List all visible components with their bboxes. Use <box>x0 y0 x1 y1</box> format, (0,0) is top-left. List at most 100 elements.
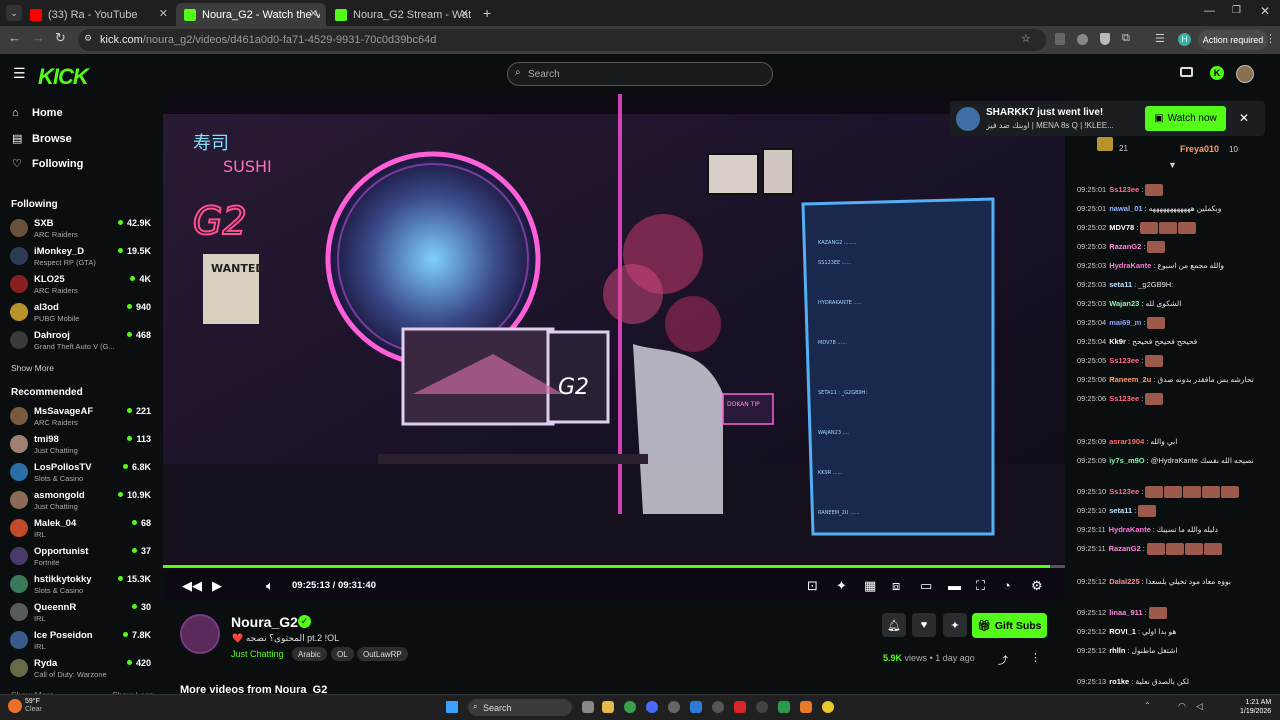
search-input[interactable]: Search <box>507 62 773 86</box>
forward-icon[interactable]: → <box>32 30 45 45</box>
extensions-puzzle-icon[interactable]: ⧉ <box>1122 32 1130 45</box>
sidebar-channel[interactable]: SXB ARC Raiders 42.9K <box>10 215 156 241</box>
back-icon[interactable]: ← <box>8 30 21 45</box>
share-icon[interactable]: ⤴ <box>998 652 1008 667</box>
site-info-icon[interactable]: ⚙ <box>84 33 92 44</box>
chat-username[interactable]: Dalal225 <box>1109 577 1139 586</box>
chat-username[interactable]: Ss123ee <box>1109 185 1139 194</box>
hamburger-menu-icon[interactable]: ☰ <box>13 65 26 82</box>
chat-username[interactable]: nawal_01 <box>1109 204 1142 213</box>
extension-icon-1[interactable] <box>1055 33 1065 45</box>
chat-username[interactable]: Ss123ee <box>1109 487 1139 496</box>
volume-icon[interactable]: 🔈︎ <box>266 578 274 594</box>
tab-close-icon[interactable]: ✕ <box>309 7 318 20</box>
browser-tab[interactable]: Noura_G2 Stream - Watch Live✕ <box>327 3 477 26</box>
app-icon-4[interactable] <box>712 701 724 713</box>
app-icon-8[interactable] <box>800 701 812 713</box>
kick-logo[interactable]: KICK <box>38 64 89 90</box>
notification-bell-button[interactable]: 🔔︎ <box>882 613 906 637</box>
sidebar-channel[interactable]: Ice Poseidon IRL 7.8K <box>10 627 156 653</box>
sidebar-channel[interactable]: MsSavageAF ARC Raiders 221 <box>10 403 156 429</box>
video-tag[interactable]: OL <box>331 647 354 661</box>
browser-menu-icon[interactable]: ⋮ <box>1265 32 1276 45</box>
url-field[interactable]: kick.com/noura_g2/videos/d461a0d0-fa71-4… <box>78 29 1046 51</box>
chat-username[interactable]: seta11 <box>1109 506 1132 515</box>
progress-bar[interactable] <box>163 565 1065 568</box>
category-link[interactable]: Just Chatting <box>231 649 284 659</box>
more-options-icon[interactable]: ⋮ <box>1030 651 1041 664</box>
weather-widget[interactable]: 59°F Clear <box>25 698 42 714</box>
clip-crop-icon[interactable]: ⊡ <box>807 578 818 594</box>
drops-icon[interactable] <box>1180 67 1193 77</box>
chat-username[interactable]: linaa_911 <box>1109 608 1142 617</box>
extension-icon-2[interactable] <box>1077 34 1088 45</box>
sidebar-channel[interactable]: iMonkey_D Respect RP (GTA) 19.5K <box>10 243 156 269</box>
task-view-icon[interactable] <box>582 701 594 713</box>
sidebar-channel[interactable]: al3od PUBG Mobile 940 <box>10 299 156 325</box>
start-windows-icon[interactable] <box>446 701 458 713</box>
tab-close-icon[interactable]: ✕ <box>460 7 469 20</box>
chat-username[interactable]: Kk9r <box>1109 337 1126 346</box>
gift-subs-button[interactable]: 🎁︎ Gift Subs <box>972 613 1047 638</box>
channel-avatar[interactable] <box>180 614 220 654</box>
chat-username[interactable]: HydraKante <box>1109 525 1151 534</box>
chat-username[interactable]: rhlln <box>1109 646 1125 655</box>
reload-icon[interactable]: ↻ <box>55 30 66 46</box>
app-icon-9[interactable] <box>822 701 834 713</box>
user-avatar[interactable] <box>1236 65 1254 83</box>
app-icon-6[interactable] <box>756 701 768 713</box>
minimize-icon[interactable]: — <box>1204 5 1215 17</box>
settings-gear-icon[interactable]: ⚙ <box>1031 578 1043 594</box>
video-tag[interactable]: OutLawRP <box>357 647 408 661</box>
speed-icon[interactable]: ◔ <box>1003 578 1011 593</box>
cast-icon[interactable]: ▭ <box>920 578 932 594</box>
rewind-icon[interactable]: ◀◀ <box>182 578 202 594</box>
close-notification-icon[interactable]: ✕ <box>1239 111 1249 125</box>
play-icon[interactable]: ▶ <box>212 578 222 594</box>
video-player[interactable]: 寿司 SUSHI G2 WANTED G2 KAZANG2 ........ S… <box>163 94 1065 600</box>
sidebar-channel[interactable]: Dahrooj Grand Theft Auto V (G... 468 <box>10 327 156 353</box>
chat-username[interactable]: Raneem_2u <box>1109 375 1151 384</box>
stats-icon[interactable]: ▦ <box>864 578 876 594</box>
pip-icon[interactable]: ⧈ <box>892 578 900 594</box>
tab-list-icon[interactable]: ⌄ <box>6 5 22 21</box>
file-explorer-icon[interactable] <box>602 701 614 713</box>
tab-close-icon[interactable]: ✕ <box>159 7 168 20</box>
channel-name[interactable]: Noura_G2 <box>231 614 298 630</box>
sidebar-channel[interactable]: Opportunist Fortnite 37 <box>10 543 156 569</box>
app-icon-2[interactable] <box>668 701 680 713</box>
shield-icon[interactable] <box>1100 33 1110 45</box>
browser-tab[interactable]: Noura_G2 - Watch the VOD on✕ <box>176 3 326 26</box>
chat-username[interactable]: MDV78 <box>1109 223 1134 232</box>
tray-chevron-icon[interactable]: ⌃ <box>1144 701 1151 710</box>
chat-username[interactable]: mai69_m <box>1109 318 1141 327</box>
wifi-icon[interactable]: ◠ <box>1178 701 1186 712</box>
chat-username[interactable]: seta11 <box>1109 280 1132 289</box>
speaker-icon[interactable]: ◁ <box>1196 701 1203 712</box>
app-icon-1[interactable] <box>646 701 658 713</box>
media-control-icon[interactable]: ☰ <box>1155 32 1165 45</box>
close-window-icon[interactable]: ✕ <box>1260 4 1270 18</box>
highlight-button[interactable]: ✦ <box>943 613 967 637</box>
sidebar-channel[interactable]: Ryda Call of Duty: Warzone 420 <box>10 655 156 681</box>
chat-username[interactable]: asrar1904 <box>1109 437 1144 446</box>
chat-username[interactable]: HydraKante <box>1109 261 1151 270</box>
chat-username[interactable]: RazanG2 <box>1109 242 1141 251</box>
sidebar-channel[interactable]: hstikkytokky Slots & Casino 15.3K <box>10 571 156 597</box>
new-tab-button[interactable]: + <box>483 5 491 21</box>
sidebar-channel[interactable]: QueennR IRL 30 <box>10 599 156 625</box>
watch-now-button[interactable]: ▣ Watch now <box>1145 106 1226 131</box>
chat-username[interactable]: Ss123ee <box>1109 356 1139 365</box>
taskbar-search[interactable]: Search <box>468 699 572 716</box>
sidebar-nav-item[interactable]: ▤ Browse <box>12 132 72 146</box>
app-icon-7[interactable] <box>778 701 790 713</box>
chat-username[interactable]: ROVI_1 <box>1109 627 1136 636</box>
bookmark-star-icon[interactable]: ☆ <box>1021 32 1031 45</box>
fullscreen-icon[interactable]: ⛶ <box>976 578 985 594</box>
sidebar-nav-item[interactable]: ♡ Following <box>12 157 83 171</box>
chat-username[interactable]: iy7s_m9O <box>1109 456 1144 465</box>
theater-mode-icon[interactable]: ▬ <box>948 578 961 593</box>
sparkle-icon[interactable]: ✦ <box>836 578 847 594</box>
chrome-icon[interactable] <box>624 701 636 713</box>
sidebar-channel[interactable]: Malek_04 IRL 68 <box>10 515 156 541</box>
